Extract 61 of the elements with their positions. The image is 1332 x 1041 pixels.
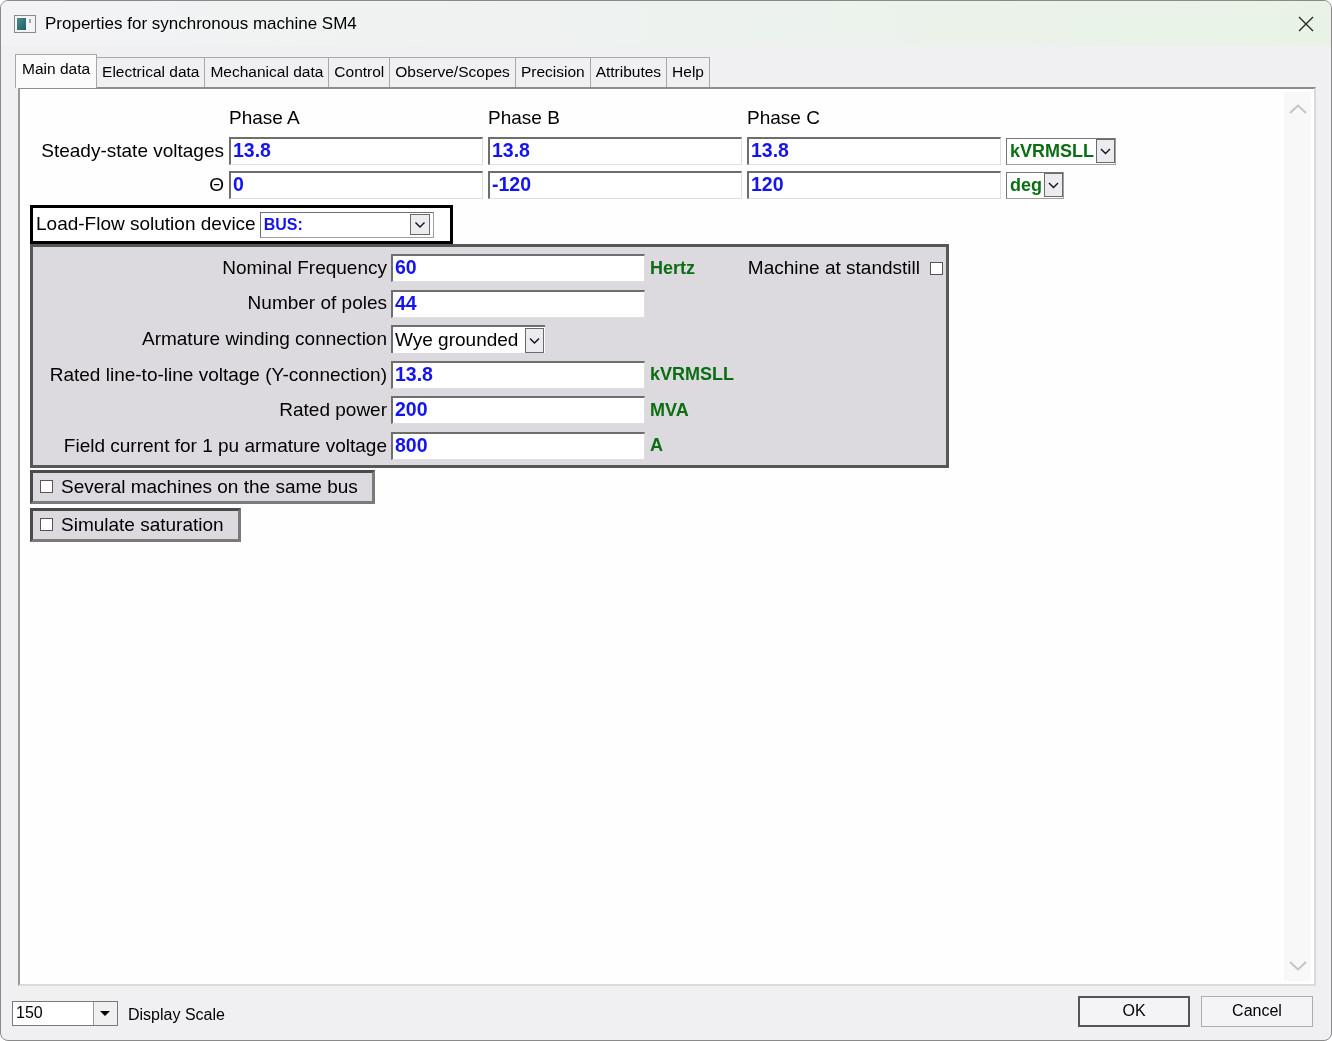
chevron-down-icon[interactable]: [1044, 173, 1063, 197]
text-field[interactable]: -120: [488, 171, 742, 199]
text-field[interactable]: 13.8: [229, 137, 483, 165]
dropdown-value: Wye grounded: [395, 327, 519, 352]
checkbox[interactable]: [930, 261, 943, 275]
caret-down-icon[interactable]: [93, 1001, 117, 1025]
field-label: Field current for 1 pu armature voltage: [62, 433, 387, 458]
tab[interactable]: Main data: [15, 54, 98, 88]
field-label: Load-Flow solution device: [36, 212, 256, 237]
field-label: Number of poles: [246, 291, 387, 316]
checkbox[interactable]: [40, 518, 53, 532]
unit-label: kVRMSLL: [650, 363, 734, 387]
tab[interactable]: Precision: [515, 57, 591, 87]
unit-label: deg: [1010, 173, 1042, 197]
text-field[interactable]: 60: [391, 254, 645, 282]
text-field[interactable]: 200: [391, 396, 645, 425]
cancel-button[interactable]: Cancel: [1201, 995, 1313, 1027]
tab[interactable]: Observe/Scopes: [390, 57, 516, 87]
text-field[interactable]: 13.8: [391, 360, 645, 389]
connection-dropdown[interactable]: Wye grounded: [391, 325, 545, 354]
tab[interactable]: Control: [329, 57, 391, 87]
tab[interactable]: Electrical data: [97, 57, 206, 87]
window-title: Properties for synchronous machine SM4: [45, 12, 357, 35]
ok-button[interactable]: OK: [1078, 995, 1190, 1027]
text-field[interactable]: 13.8: [747, 137, 1001, 165]
field-label: Rated power: [278, 398, 387, 423]
column-header: Phase C: [747, 105, 821, 130]
tab[interactable]: Attributes: [590, 57, 668, 87]
unit-dropdown[interactable]: kVRMSLL: [1006, 137, 1116, 165]
unit-dropdown[interactable]: deg: [1006, 171, 1064, 199]
field-label: Armature winding connection: [140, 326, 387, 351]
dropdown-value: BUS:: [263, 214, 303, 235]
column-header: Phase A: [229, 105, 301, 130]
checkbox-label: Machine at standstill: [747, 255, 920, 280]
checkbox-label: Simulate saturation: [61, 512, 224, 537]
unit-label: A: [650, 434, 663, 458]
unit-label: kVRMSLL: [1010, 139, 1094, 163]
text-field[interactable]: 13.8: [488, 137, 742, 165]
field-label: Nominal Frequency: [221, 255, 387, 280]
column-header: Phase B: [488, 105, 561, 130]
device-dropdown[interactable]: BUS:: [259, 211, 434, 238]
row-label: Θ: [208, 172, 224, 197]
tab[interactable]: Mechanical data: [205, 57, 330, 87]
field-label: Rated line-to-line voltage (Y-connection): [48, 362, 387, 387]
text-field[interactable]: 800: [391, 431, 645, 460]
checkbox[interactable]: [40, 480, 53, 494]
close-icon[interactable]: [1298, 15, 1314, 32]
text-field[interactable]: 120: [747, 171, 1001, 199]
text-field[interactable]: 44: [391, 289, 645, 318]
text-field[interactable]: 0: [229, 171, 483, 199]
tab[interactable]: Help: [667, 57, 710, 87]
unit-label: Hertz: [650, 256, 695, 280]
chevron-down-icon[interactable]: [525, 327, 544, 353]
checkbox-label: Several machines on the same bus: [61, 474, 358, 499]
combobox-value: 150: [16, 1003, 43, 1023]
field-label: Display Scale: [128, 1005, 225, 1025]
unit-label: MVA: [650, 398, 689, 422]
row-label: Steady-state voltages: [40, 138, 224, 163]
chevron-down-icon[interactable]: [1096, 139, 1115, 163]
scale-combobox[interactable]: 150: [12, 1000, 118, 1026]
app-icon: [14, 14, 36, 33]
